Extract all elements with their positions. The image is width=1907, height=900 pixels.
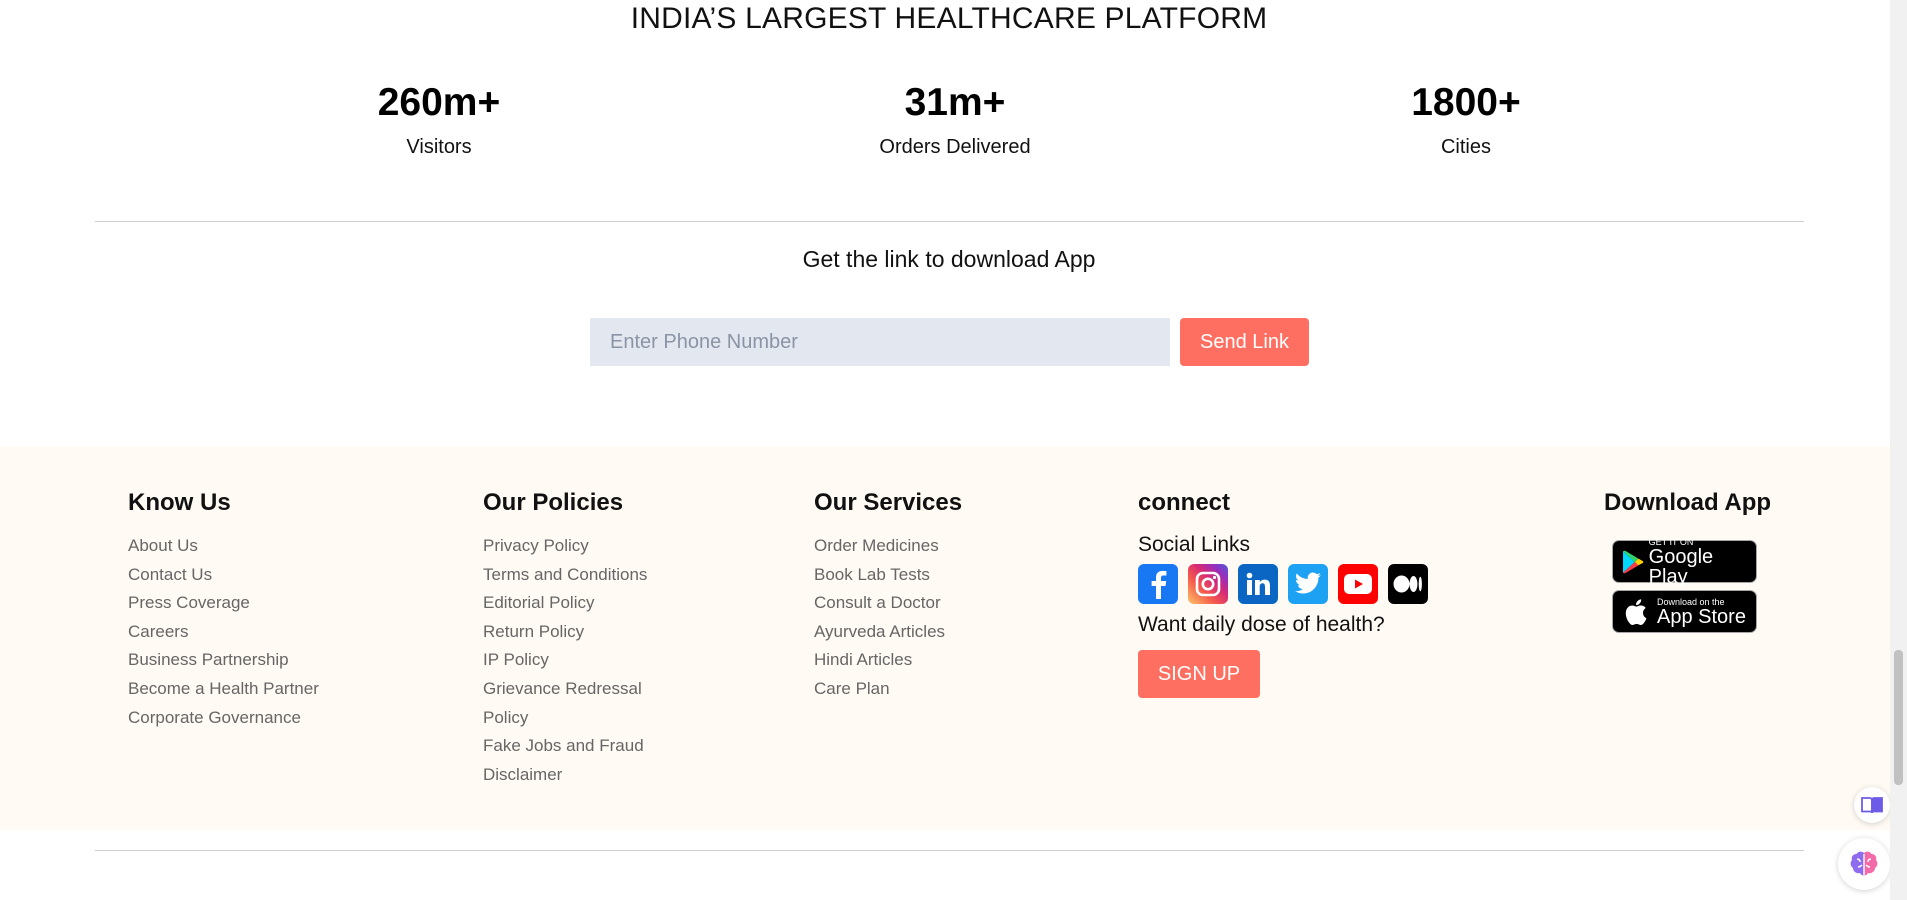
youtube-icon[interactable] [1338, 564, 1378, 604]
footer-link-book-lab-tests[interactable]: Book Lab Tests [814, 561, 962, 590]
footer-link-contact-us[interactable]: Contact Us [128, 561, 319, 590]
footer-link-editorial-policy[interactable]: Editorial Policy [483, 589, 647, 618]
stat-number: 1800+ [1411, 81, 1521, 124]
footer-heading-services: Our Services [814, 489, 963, 516]
stat-label: Cities [1440, 136, 1491, 158]
instagram-icon[interactable] [1188, 564, 1228, 604]
footer-heading-policies: Our Policies [483, 489, 624, 516]
footer-link-hindi-articles[interactable]: Hindi Articles [814, 646, 962, 675]
facebook-icon[interactable] [1138, 564, 1178, 604]
stat-number: 31m+ [904, 81, 1006, 124]
footer-link-privacy-policy[interactable]: Privacy Policy [483, 532, 647, 561]
footer-link-fake-jobs-cont[interactable]: Disclaimer [483, 761, 647, 790]
footer-link-terms[interactable]: Terms and Conditions [483, 561, 647, 590]
footer-link-return-policy[interactable]: Return Policy [483, 618, 647, 647]
footer-link-corporate-governance[interactable]: Corporate Governance [128, 704, 319, 733]
footer-link-health-partner[interactable]: Become a Health Partner [128, 675, 319, 704]
footer-column-policies: Our Policies Privacy Policy Terms and Co… [483, 490, 647, 789]
stat-cities: 1800+ Cities [1316, 80, 1616, 159]
stat-label: Visitors [406, 136, 472, 158]
brain-icon [1850, 851, 1878, 876]
footer-column-know-us: Know Us About Us Contact Us Press Covera… [128, 490, 319, 732]
google-play-button[interactable]: GET IT ON Google Play [1612, 536, 1757, 587]
reader-mode-button[interactable] [1854, 787, 1890, 823]
footer-heading-know-us: Know Us [128, 489, 231, 516]
hero-title: INDIA’S LARGEST HEALTHCARE PLATFORM [630, 2, 1268, 35]
divider [95, 850, 1804, 851]
footer-strip [0, 830, 1890, 850]
footer-link-press-coverage[interactable]: Press Coverage [128, 589, 319, 618]
footer-link-ip-policy[interactable]: IP Policy [483, 646, 647, 675]
daily-dose-text: Want daily dose of health? [1138, 613, 1385, 636]
footer-link-business-partnership[interactable]: Business Partnership [128, 646, 319, 675]
app-store-small-text: Download on the [1657, 596, 1725, 607]
linkedin-icon[interactable] [1238, 564, 1278, 604]
google-play-small-text: GET IT ON [1648, 536, 1694, 547]
footer-link-grievance-redressal[interactable]: Grievance Redressal [483, 675, 647, 704]
footer-link-order-medicines[interactable]: Order Medicines [814, 532, 962, 561]
download-app-title: Get the link to download App [802, 246, 1096, 272]
book-icon [1861, 797, 1883, 814]
footer-link-grievance-redressal-cont[interactable]: Policy [483, 704, 647, 733]
footer-link-about-us[interactable]: About Us [128, 532, 319, 561]
signup-button[interactable]: SIGN UP [1138, 650, 1260, 698]
social-links-label: Social Links [1138, 533, 1251, 556]
footer-link-fake-jobs[interactable]: Fake Jobs and Fraud [483, 732, 647, 761]
page: INDIA’S LARGEST HEALTHCARE PLATFORM 260m… [0, 0, 1890, 900]
medium-icon[interactable] [1388, 564, 1428, 604]
google-play-big-text: Google Play [1648, 545, 1714, 588]
ai-assistant-button[interactable] [1838, 838, 1890, 890]
footer-column-connect: connect Social Links Want daily dose of … [1138, 490, 1428, 698]
footer-link-careers[interactable]: Careers [128, 618, 319, 647]
stat-label: Orders Delivered [879, 136, 1031, 158]
stat-visitors: 260m+ Visitors [289, 80, 589, 159]
app-store-button[interactable]: Download on the App Store [1612, 590, 1757, 633]
google-play-icon [1622, 550, 1644, 573]
twitter-icon[interactable] [1288, 564, 1328, 604]
stat-number: 260m+ [377, 81, 501, 124]
app-store-big-text: App Store [1657, 605, 1746, 628]
divider [95, 221, 1804, 222]
footer-heading-connect: connect [1138, 489, 1231, 516]
footer-link-consult-doctor[interactable]: Consult a Doctor [814, 589, 962, 618]
footer-column-download-app: Download App [1604, 490, 1771, 532]
phone-number-input[interactable] [590, 318, 1170, 366]
stat-orders: 31m+ Orders Delivered [805, 80, 1105, 159]
scrollbar-thumb[interactable] [1894, 650, 1903, 785]
social-links [1138, 564, 1428, 604]
footer-heading-download-app: Download App [1604, 489, 1772, 516]
footer-link-care-plan[interactable]: Care Plan [814, 675, 962, 704]
footer-column-services: Our Services Order Medicines Book Lab Te… [814, 490, 962, 704]
footer-link-ayurveda-articles[interactable]: Ayurveda Articles [814, 618, 962, 647]
send-link-button[interactable]: Send Link [1180, 318, 1309, 366]
apple-icon [1625, 598, 1647, 625]
